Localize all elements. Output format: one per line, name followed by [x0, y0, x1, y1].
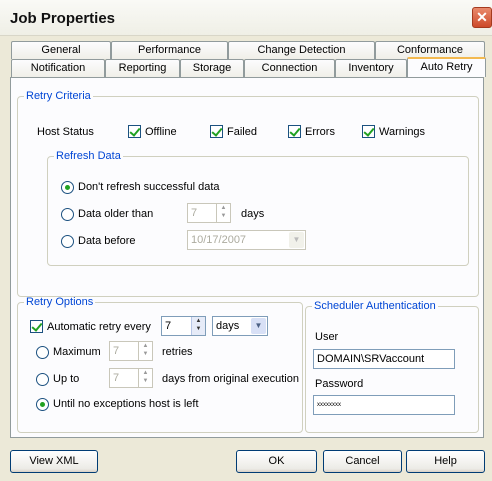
password-label: Password [315, 378, 364, 390]
tab-performance[interactable]: Performance [111, 41, 228, 59]
help-button[interactable]: Help [406, 450, 485, 473]
auto-retry-panel: Retry Criteria Host Status Offline Faile… [10, 77, 484, 438]
until-no-exceptions-radio[interactable] [36, 398, 49, 411]
maximum-spinner[interactable]: 7 ▲ ▼ [109, 341, 153, 361]
older-days-value: 7 [191, 207, 198, 219]
spinner-arrows-icon[interactable]: ▲ ▼ [216, 204, 230, 222]
window-title: Job Properties [10, 10, 116, 27]
automatic-retry-label: Automatic retry every [47, 321, 151, 333]
tab-general[interactable]: General [11, 41, 111, 59]
up-to-radio[interactable] [36, 373, 49, 386]
errors-label: Errors [305, 126, 335, 138]
automatic-retry-value: 7 [165, 320, 172, 332]
spinner-arrows-icon[interactable]: ▲ ▼ [138, 369, 152, 387]
refresh-data-legend: Refresh Data [56, 150, 121, 162]
spinner-arrows-icon[interactable]: ▲ ▼ [191, 317, 205, 335]
chevron-down-icon[interactable]: ▼ [251, 318, 266, 334]
dont-refresh-radio[interactable] [61, 181, 74, 194]
failed-label: Failed [227, 126, 257, 138]
retry-criteria-legend: Retry Criteria [26, 90, 91, 102]
tab-change-detection[interactable]: Change Detection [228, 41, 375, 59]
data-before-date-picker[interactable]: 10/17/2007 ▼ [187, 230, 306, 250]
tab-storage[interactable]: Storage [180, 59, 244, 77]
offline-checkbox[interactable] [128, 125, 141, 138]
data-older-than-label: Data older than [78, 208, 154, 220]
close-icon: ✕ [476, 9, 488, 25]
tab-inventory[interactable]: Inventory [335, 59, 407, 77]
up-to-value: 7 [113, 372, 120, 384]
tab-connection[interactable]: Connection [244, 59, 335, 77]
automatic-retry-unit-select[interactable]: days ▼ [212, 316, 268, 336]
up-to-label: Up to [53, 373, 80, 385]
job-properties-dialog: Job Properties ✕ General Performance Cha… [0, 0, 492, 481]
older-days-spinner[interactable]: 7 ▲ ▼ [187, 203, 231, 223]
password-field[interactable]: xxxxxxxx [313, 395, 455, 415]
user-field[interactable]: DOMAIN\SRVaccount [313, 349, 455, 369]
up-to-spinner[interactable]: 7 ▲ ▼ [109, 368, 153, 388]
errors-checkbox[interactable] [288, 125, 301, 138]
offline-label: Offline [145, 126, 177, 138]
data-before-radio[interactable] [61, 235, 74, 248]
data-older-than-radio[interactable] [61, 208, 74, 221]
retry-options-legend: Retry Options [26, 296, 94, 308]
scheduler-authentication-legend: Scheduler Authentication [314, 300, 436, 312]
up-to-unit: days from original execution [162, 373, 299, 385]
maximum-unit: retries [162, 346, 193, 358]
data-before-date-value: 10/17/2007 [191, 234, 247, 246]
warnings-checkbox[interactable] [362, 125, 375, 138]
ok-button[interactable]: OK [236, 450, 317, 473]
view-xml-button[interactable]: View XML [10, 450, 98, 473]
warnings-label: Warnings [379, 126, 426, 138]
tab-auto-retry[interactable]: Auto Retry [407, 57, 486, 77]
maximum-value: 7 [113, 345, 120, 357]
automatic-retry-spinner[interactable]: 7 ▲ ▼ [161, 316, 206, 336]
spinner-arrows-icon[interactable]: ▲ ▼ [138, 342, 152, 360]
close-button[interactable]: ✕ [472, 7, 492, 28]
chevron-down-icon[interactable]: ▼ [289, 232, 304, 248]
host-status-label: Host Status [37, 126, 94, 138]
maximum-label: Maximum [53, 346, 101, 358]
tab-reporting[interactable]: Reporting [105, 59, 180, 77]
failed-checkbox[interactable] [210, 125, 223, 138]
data-before-label: Data before [78, 235, 136, 247]
dont-refresh-label: Don't refresh successful data [78, 181, 220, 193]
automatic-retry-unit-value: days [216, 320, 240, 332]
title-bar: Job Properties ✕ [0, 0, 492, 36]
older-days-unit: days [241, 208, 265, 220]
until-no-exceptions-label: Until no exceptions host is left [53, 398, 199, 410]
maximum-radio[interactable] [36, 346, 49, 359]
cancel-button[interactable]: Cancel [323, 450, 402, 473]
automatic-retry-checkbox[interactable] [30, 320, 43, 333]
user-label: User [315, 331, 339, 343]
tab-notification[interactable]: Notification [11, 59, 105, 77]
